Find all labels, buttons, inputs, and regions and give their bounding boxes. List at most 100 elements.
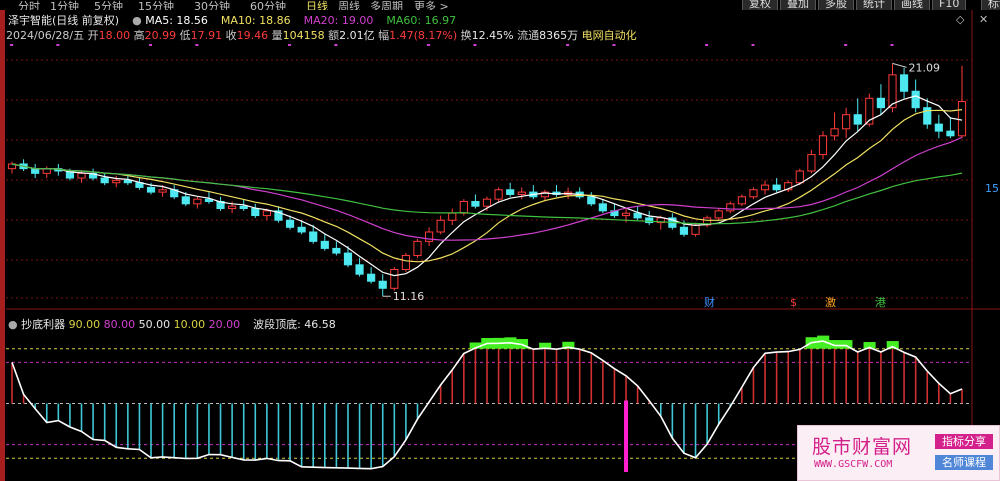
- ma60-legend: MA60: 16.97: [386, 14, 457, 27]
- toolbar-button-2[interactable]: 多股: [818, 0, 854, 10]
- period-tab-7[interactable]: 周线: [338, 0, 360, 10]
- float-label: 流通: [517, 29, 540, 42]
- turnover-value: 12.45%: [471, 29, 514, 42]
- candle-down: [309, 231, 318, 242]
- watermark-badge-course: 名师课程: [935, 455, 993, 470]
- toolbar-button-0[interactable]: 复权: [742, 0, 778, 10]
- signal-dash: [334, 44, 338, 46]
- toolbar-button-3[interactable]: 统计: [856, 0, 892, 10]
- candle-down: [934, 123, 943, 132]
- candle-down: [355, 264, 364, 275]
- signal-dash: [890, 44, 894, 46]
- candle-down: [598, 203, 607, 212]
- signal-dash: [566, 44, 570, 46]
- candle-up: [112, 179, 121, 184]
- candle-up: [158, 189, 167, 193]
- close-icon[interactable]: ✕: [979, 13, 988, 26]
- high-marker-line: [892, 62, 907, 68]
- watermark-title: 股市财富网: [812, 436, 913, 458]
- candle-up: [482, 198, 492, 207]
- low-marker-label: 11.16: [393, 290, 425, 303]
- candle-down: [899, 74, 909, 92]
- signal-dash: [705, 44, 709, 46]
- kline-chart[interactable]: 15 21.09 11.16 财 $ 激 港: [0, 0, 1000, 481]
- candle-up: [726, 203, 735, 212]
- level-10: 10.00: [173, 318, 206, 331]
- turnover-label: 换: [460, 29, 472, 42]
- candle-up: [413, 240, 422, 256]
- candle-down: [506, 189, 515, 195]
- event-tag-3: 港: [875, 296, 886, 309]
- indicator-settings-icon[interactable]: ●: [8, 318, 18, 331]
- candle-up: [262, 210, 271, 217]
- ma60-line: [11, 163, 963, 225]
- candle-up: [621, 212, 631, 217]
- candle-down: [285, 219, 295, 228]
- quote-info-row: 2024/06/28/五 开18.00 高20.99 低17.91 收19.46…: [6, 27, 637, 43]
- period-tab-6[interactable]: 日线: [306, 0, 328, 10]
- candle-down: [853, 114, 862, 125]
- period-tab-5[interactable]: 60分钟: [250, 0, 286, 10]
- high-marker-label: 21.09: [908, 61, 940, 74]
- candle-down: [946, 130, 955, 137]
- candle-down: [320, 240, 329, 249]
- period-tab-8[interactable]: 多周期: [370, 0, 403, 10]
- signal-dash: [427, 44, 431, 46]
- period-tab-1[interactable]: 1分钟: [50, 0, 79, 10]
- amount-value: 2.01亿: [339, 29, 375, 42]
- more-periods-link[interactable]: 更多 >: [414, 0, 449, 10]
- candle-down: [633, 212, 642, 219]
- indicator-name: 抄底利器: [21, 318, 66, 331]
- period-tab-3[interactable]: 15分钟: [138, 0, 174, 10]
- candle-up: [957, 101, 967, 137]
- candle-up: [818, 135, 828, 156]
- candle-down: [911, 90, 920, 109]
- period-tab-0[interactable]: 分时: [18, 0, 40, 10]
- candle-up: [494, 189, 503, 200]
- period-tab-2[interactable]: 5分钟: [94, 0, 123, 10]
- indicator-legend: ● 抄底利器 90.00 80.00 50.00 10.00 20.00 波段顶…: [8, 316, 336, 332]
- candle-down: [146, 186, 156, 193]
- signal-dash: [751, 44, 755, 46]
- toolbar-button-4[interactable]: 画线: [894, 0, 930, 10]
- event-tag-0: 财: [704, 295, 715, 309]
- signal-dash: [195, 44, 199, 46]
- candle-up: [691, 224, 700, 235]
- toolbar-button-1[interactable]: 叠加: [780, 0, 816, 10]
- candle-down: [471, 200, 480, 207]
- float-value: 8365万: [539, 29, 579, 42]
- ma10-legend: MA10: 18.86: [220, 14, 291, 27]
- candle-down: [100, 177, 109, 184]
- candle-up: [760, 184, 770, 191]
- signal-dash: [288, 44, 292, 46]
- moving-average-lines: [11, 95, 963, 277]
- left-side-strip: [0, 10, 5, 481]
- level-20: 20.00: [208, 318, 241, 331]
- candle-up: [737, 196, 746, 205]
- toolbar-button-5[interactable]: F10: [932, 0, 967, 10]
- candle-down: [679, 226, 689, 235]
- candle-down: [123, 179, 132, 184]
- collapse-icon[interactable]: ◇: [956, 13, 964, 26]
- candle-up: [795, 170, 804, 184]
- candle-up: [77, 172, 86, 179]
- amount-label: 额: [328, 29, 340, 42]
- signal-dash: [844, 44, 848, 46]
- toolbar-button-6[interactable]: 标记: [981, 0, 1000, 10]
- low-value: 17.91: [190, 29, 223, 42]
- candle-down: [876, 97, 885, 109]
- sector-tag[interactable]: 电网自动化: [582, 29, 637, 42]
- close-value: 19.46: [236, 29, 269, 42]
- quote-date: 2024/06/28/五: [6, 29, 85, 42]
- period-tab-4[interactable]: 30分钟: [194, 0, 230, 10]
- candle-down: [332, 247, 341, 254]
- candle-up: [401, 254, 410, 271]
- settings-icon[interactable]: ●: [132, 14, 142, 27]
- ma20-legend: MA20: 19.00: [303, 14, 374, 27]
- bottom-signal-bar: [624, 400, 629, 472]
- candle-up: [390, 269, 399, 289]
- watermark-badge-share: 指标分享: [935, 434, 993, 449]
- candle-down: [239, 205, 248, 210]
- open-label: 开: [87, 29, 99, 42]
- candle-up: [193, 198, 202, 205]
